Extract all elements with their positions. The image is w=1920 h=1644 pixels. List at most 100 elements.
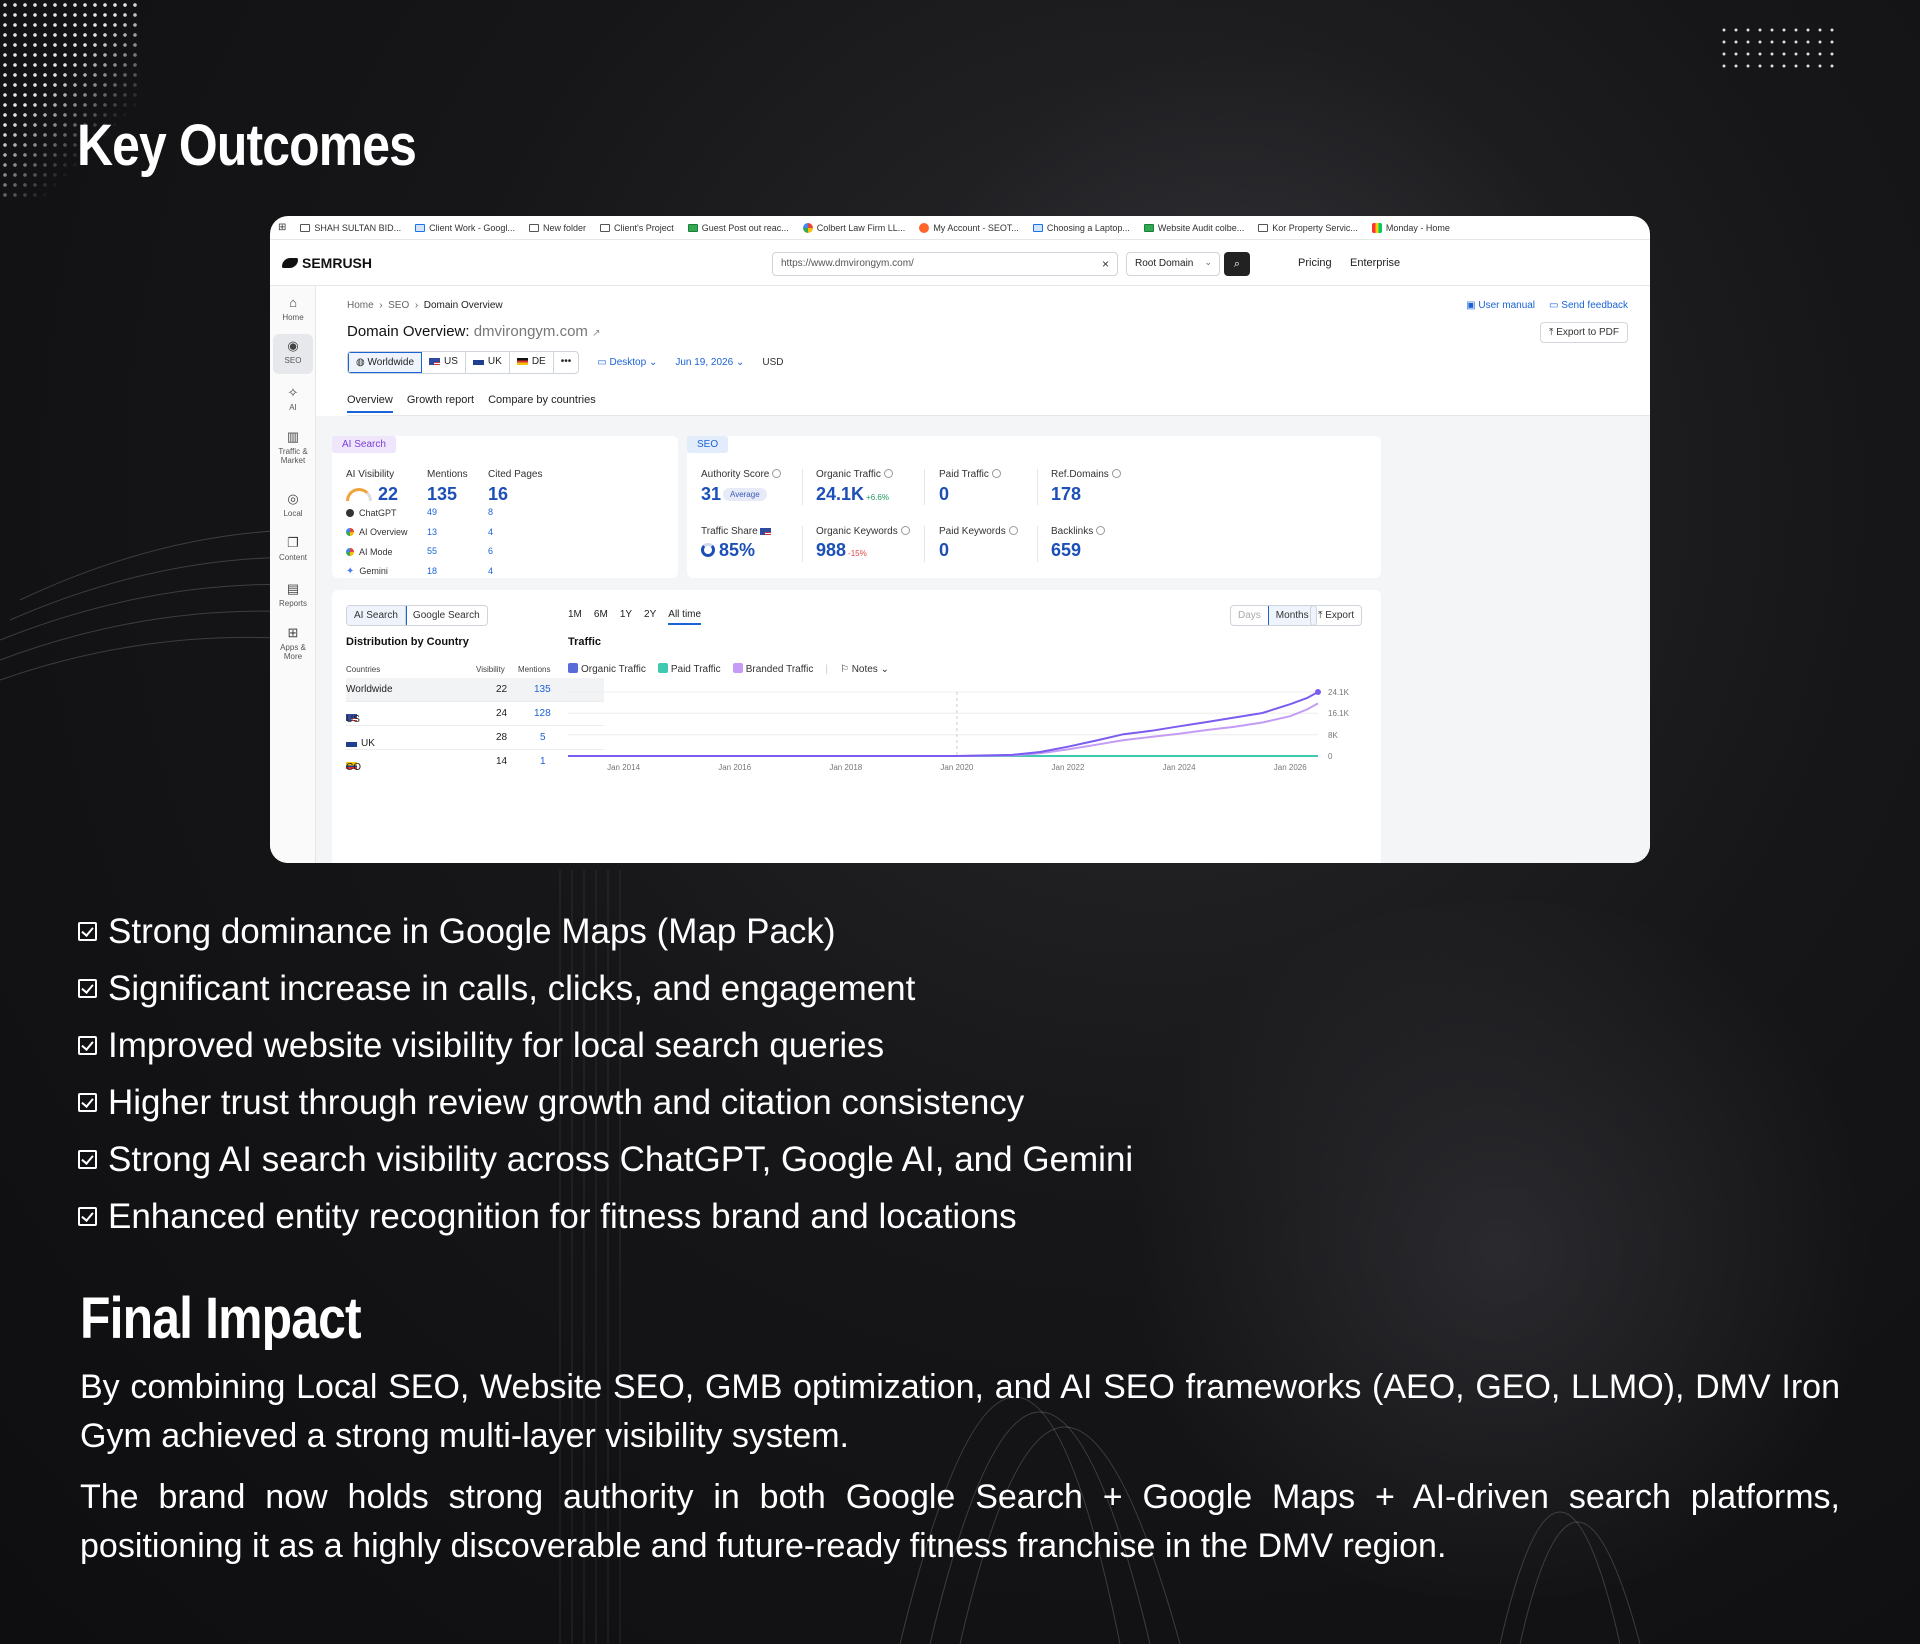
bookmark-item[interactable]: Choosing a Laptop... [1032,223,1130,233]
enterprise-link[interactable]: Enterprise [1350,257,1400,269]
sidebar-item-apps[interactable]: ⊞ Apps & More [273,626,313,662]
mentions-cell[interactable]: 13 [427,523,437,543]
tab-all-time[interactable]: All time [668,609,702,625]
external-link-icon[interactable]: ↗ [592,328,600,339]
filter-uk[interactable]: UK [466,352,510,373]
clear-icon[interactable]: × [1102,257,1109,271]
info-icon[interactable] [1096,526,1106,535]
sidebar-item-local[interactable]: ◎ Local [273,492,313,519]
semrush-logo[interactable]: SEMRUSH [282,255,372,271]
final-impact-heading: Final Impact [80,1286,362,1351]
search-button[interactable]: ⌕ [1224,252,1250,276]
breadcrumb-home[interactable]: Home [347,300,374,311]
backlinks-value[interactable]: 659 [1051,540,1081,561]
filter-de[interactable]: DE [510,352,554,373]
toggle-days[interactable]: Days [1231,606,1269,625]
sidebar-item-seo[interactable]: ◉ SEO [273,334,313,374]
ref-domains-value[interactable]: 178 [1051,484,1081,505]
bookmark-item[interactable]: Guest Post out reac... [687,223,789,233]
cited-pages-value[interactable]: 16 [488,484,508,505]
tab-6m[interactable]: 6M [594,609,608,625]
de-flag-icon [516,357,528,365]
paid-traffic-value[interactable]: 0 [939,484,949,505]
x-tick-label: Jan 2020 [940,763,973,772]
y-tick-label: 24.1K [1328,688,1350,697]
apps-grid-icon[interactable]: ⊞ [278,222,286,233]
bookmark-item[interactable]: Kor Property Servic... [1258,223,1358,233]
paid-keywords-label: Paid Keywords [939,526,1018,537]
bookmark-item[interactable]: Colbert Law Firm LL... [802,222,905,233]
bookmark-item[interactable]: Monday - Home [1371,222,1450,233]
tab-growth-report[interactable]: Growth report [407,394,474,413]
folder-icon [599,223,610,232]
tab-1y[interactable]: 1Y [620,609,632,625]
toggle-months[interactable]: Months [1267,606,1316,625]
authority-badge: Average [723,488,767,501]
legend-branded[interactable]: Branded Traffic [732,663,813,675]
filter-worldwide[interactable]: ◍ Worldwide [348,352,423,373]
device-select[interactable]: ▭ Desktop ⌄ [597,357,657,368]
info-icon[interactable] [883,469,893,478]
domain-search-input[interactable]: https://www.dmvirongym.com/ × [772,252,1118,276]
info-icon[interactable] [1008,526,1018,535]
sidebar-item-reports[interactable]: ▤ Reports [273,582,313,609]
ref-domains-label: Ref.Domains [1051,469,1121,480]
filter-us[interactable]: US [422,352,466,373]
export-pdf-button[interactable]: ⤒ Export to PDF [1539,322,1628,343]
cited-cell[interactable]: 8 [488,503,493,523]
outcome-item: Significant increase in calls, clicks, a… [78,960,1133,1017]
cited-cell[interactable]: 4 [488,562,493,582]
seo-pill: SEO [687,436,729,453]
tab-compare-countries[interactable]: Compare by countries [488,394,596,413]
currency-label: USD [762,357,784,368]
us-flag-icon [429,357,441,365]
bookmark-item[interactable]: My Account - SEOT... [919,222,1019,233]
toggle-google-search[interactable]: Google Search [406,606,487,625]
mentions-cell[interactable]: 18 [427,562,437,582]
bookmark-item[interactable]: SHAH SULTAN BID... [300,223,401,233]
tab-1m[interactable]: 1M [568,609,582,625]
y-tick-label: 8K [1328,731,1338,740]
bookmark-item[interactable]: Client's Project [599,223,674,233]
info-icon[interactable] [772,469,782,478]
bookmark-item[interactable]: Client Work - Googl... [415,223,515,233]
user-manual-link[interactable]: ▣ User manual [1466,300,1535,311]
divider [924,526,925,562]
pricing-link[interactable]: Pricing [1298,257,1332,269]
cited-cell[interactable]: 6 [488,542,493,562]
organic-keywords-value[interactable]: 988 -15% [816,540,867,561]
export-button[interactable]: ⤒ Export [1310,605,1363,626]
notes-dropdown[interactable]: ⚐ Notes ⌄ [840,664,889,675]
outcome-item: Strong AI search visibility across ChatG… [78,1131,1133,1188]
tab-2y[interactable]: 2Y [644,609,656,625]
region-selector: ◍ Worldwide US UK DE ••• [347,351,580,374]
more-regions-button[interactable]: ••• [554,352,579,373]
bookmark-item[interactable]: New folder [528,223,586,233]
sidebar-item-traffic[interactable]: ▥ Traffic & Market [273,430,313,466]
cited-cell[interactable]: 4 [488,523,493,543]
breadcrumb-current: Domain Overview [423,300,503,311]
legend-paid[interactable]: Paid Traffic [657,663,721,675]
date-select[interactable]: Jun 19, 2026 ⌄ [675,357,744,368]
info-icon[interactable] [991,469,1001,478]
mentions-value[interactable]: 135 [427,484,457,505]
send-feedback-link[interactable]: ▭ Send feedback [1549,300,1628,311]
sidebar-item-home[interactable]: ⌂ Home [273,296,313,323]
paid-keywords-value[interactable]: 0 [939,540,949,561]
sidebar-item-ai[interactable]: ✧ AI [273,386,313,413]
info-icon[interactable] [900,526,910,535]
scope-select[interactable]: Root Domain ⌄ [1126,252,1220,276]
list-item: ChatGPT [346,503,408,523]
bookmark-item[interactable]: Website Audit colbe... [1143,223,1244,233]
mentions-cell[interactable]: 55 [427,542,437,562]
sidebar-item-content[interactable]: ❐ Content [273,536,313,563]
organic-traffic-value[interactable]: 24.1K +6.6% [816,484,889,505]
legend-organic[interactable]: Organic Traffic [568,663,646,675]
tab-overview[interactable]: Overview [347,394,393,413]
toggle-ai-search[interactable]: AI Search [346,606,407,625]
info-icon[interactable] [1111,469,1121,478]
x-tick-label: Jan 2022 [1052,763,1085,772]
table-row: Worldwide 22 135 [346,678,604,702]
breadcrumb-seo[interactable]: SEO [388,300,409,311]
mentions-cell[interactable]: 49 [427,503,437,523]
